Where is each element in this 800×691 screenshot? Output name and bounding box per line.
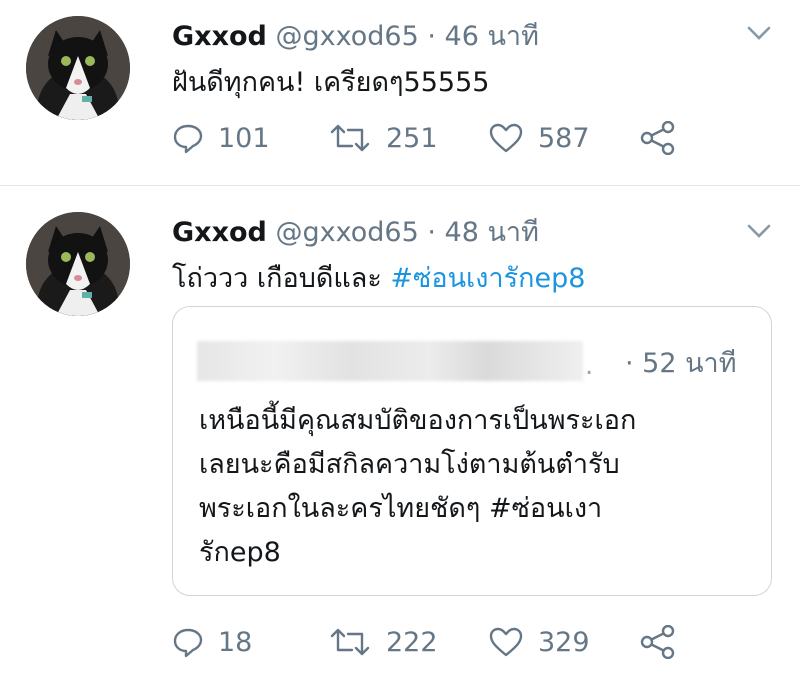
retweet-icon: [330, 628, 370, 656]
share-button[interactable]: [640, 622, 676, 662]
reply-button[interactable]: 18: [172, 622, 252, 662]
reply-count: 18: [218, 626, 253, 658]
reply-count: 101: [218, 122, 270, 154]
tweet-header: Gxxod @gxxod65 · 48 นาที: [172, 210, 539, 253]
blurred-author: [197, 341, 583, 381]
hashtag-link[interactable]: #ซ่อนเงารักep8: [390, 263, 585, 294]
tweet-text: โถ่ววว เกือบดีและ #ซ่อนเงารักep8: [172, 256, 585, 299]
share-button[interactable]: [640, 118, 676, 158]
like-icon: [489, 627, 523, 657]
retweet-icon: [330, 124, 370, 152]
separator-dot: ·: [427, 217, 436, 248]
retweet-count: 251: [386, 122, 438, 154]
tweet[interactable]: Gxxod @gxxod65 · 46 นาที ฝันดีทุกคน! เคร…: [0, 0, 800, 186]
tweet-actions: 101 251 587: [172, 118, 692, 158]
quoted-text-line: รักep8: [199, 537, 281, 568]
chevron-down-icon[interactable]: [746, 24, 772, 42]
reply-icon: [173, 628, 203, 658]
display-name[interactable]: Gxxod: [172, 21, 267, 52]
quoted-text: เหนือนี้มีคุณสมบัติของการเป็นพระเอก เลยน…: [199, 399, 759, 575]
chevron-down-icon[interactable]: [746, 222, 772, 240]
like-count: 587: [538, 122, 590, 154]
retweet-button[interactable]: 222: [328, 622, 438, 662]
avatar[interactable]: [26, 212, 130, 316]
user-handle[interactable]: @gxxod65: [275, 21, 418, 52]
quoted-text-line: พระเอกในละครไทยชัดๆ #ซ่อนเงา: [199, 493, 603, 524]
tweet-text: ฝันดีทุกคน! เครียดๆ55555: [172, 67, 490, 98]
share-icon: [640, 625, 675, 659]
tweet-header: Gxxod @gxxod65 · 46 นาที: [172, 14, 539, 57]
blurred-author-tail: .: [585, 351, 594, 381]
user-handle[interactable]: @gxxod65: [275, 217, 418, 248]
retweet-count: 222: [386, 626, 438, 658]
quoted-tweet[interactable]: . · 52 นาที เหนือนี้มีคุณสมบัติของการเป็…: [172, 306, 772, 596]
quoted-text-line: เลยนะคือมีสกิลความโง่ตามต้นตำรับ: [199, 449, 620, 480]
share-icon: [640, 121, 675, 155]
quoted-text-line: เหนือนี้มีคุณสมบัติของการเป็นพระเอก: [199, 405, 637, 436]
tweet[interactable]: Gxxod @gxxod65 · 48 นาที โถ่ววว เกือบดีแ…: [0, 186, 800, 691]
separator-dot: ·: [427, 21, 436, 52]
retweet-button[interactable]: 251: [328, 118, 438, 158]
quoted-timestamp[interactable]: · 52 นาที: [625, 341, 737, 384]
reply-button[interactable]: 101: [172, 118, 270, 158]
tweet-text-body: โถ่ววว เกือบดีและ: [172, 263, 391, 294]
like-count: 329: [538, 626, 590, 658]
like-button[interactable]: 329: [488, 622, 590, 662]
tweet-actions: 18 222 329: [172, 622, 692, 662]
reply-icon: [173, 124, 203, 154]
like-icon: [489, 123, 523, 153]
timestamp[interactable]: 46 นาที: [445, 21, 539, 52]
display-name[interactable]: Gxxod: [172, 217, 267, 248]
timestamp[interactable]: 48 นาที: [445, 217, 539, 248]
avatar[interactable]: [26, 16, 130, 120]
like-button[interactable]: 587: [488, 118, 590, 158]
